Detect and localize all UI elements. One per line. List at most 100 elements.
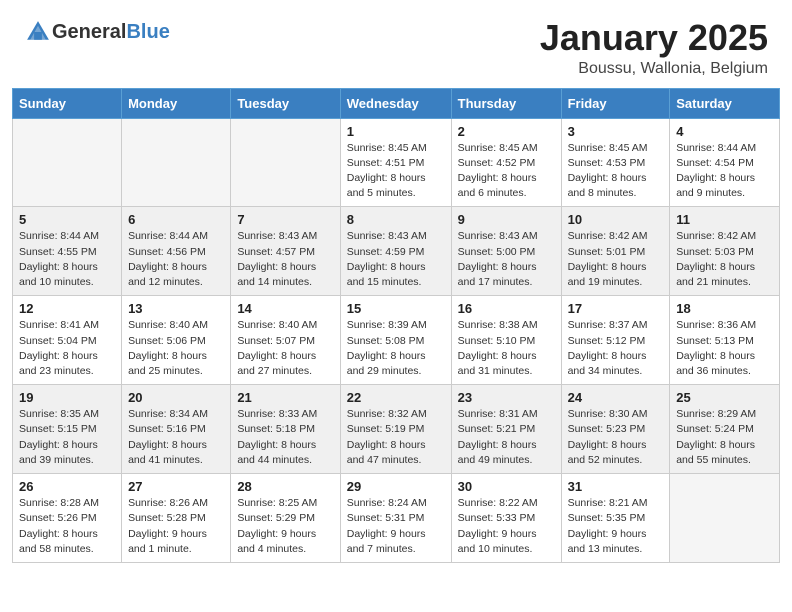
logo-general: General [52,21,126,43]
day-number: 2 [458,124,555,139]
day-info: Sunrise: 8:36 AM Sunset: 5:13 PM Dayligh… [676,318,773,379]
day-cell-29: 29Sunrise: 8:24 AM Sunset: 5:31 PM Dayli… [340,474,451,563]
day-cell-21: 21 Sunrise: 8:33 AM Sunset: 5:18 PM Dayli… [231,385,340,474]
day-number: 22 [347,390,445,405]
logo: GeneralBlue [24,18,170,46]
day-number: 10 [568,212,664,227]
day-info: Sunrise: 8:44 AM Sunset: 4:55 PM Dayligh… [19,229,115,290]
day-number: 29 [347,479,445,494]
day-number: 19 [19,390,115,405]
day-info: Sunrise: 8:39 AM Sunset: 5:08 PM Dayligh… [347,318,445,379]
day-cell-24: 24 Sunrise: 8:30 AM Sunset: 5:23 PM Dayli… [561,385,670,474]
day-cell-5: 5Sunrise: 8:44 AM Sunset: 4:55 PM Daylig… [13,207,122,296]
day-cell-14: 14 Sunrise: 8:40 AM Sunset: 5:07 PM Dayli… [231,296,340,385]
day-info: Sunrise: 8:40 AM Sunset: 5:07 PM Dayligh… [237,318,333,379]
day-cell-2: 2 Sunrise: 8:45 AM Sunset: 4:52 PM Daylig… [451,118,561,207]
day-info: Sunrise: 8:35 AM Sunset: 5:15 PM Dayligh… [19,407,115,468]
day-info: Sunrise: 8:44 AM Sunset: 4:54 PM Dayligh… [676,141,773,202]
day-info: Sunrise: 8:45 AM Sunset: 4:51 PM Dayligh… [347,141,445,202]
day-info: Sunrise: 8:25 AM Sunset: 5:29 PM Dayligh… [237,496,333,557]
day-cell-3: 3 Sunrise: 8:45 AM Sunset: 4:53 PM Daylig… [561,118,670,207]
day-info: Sunrise: 8:45 AM Sunset: 4:52 PM Dayligh… [458,141,555,202]
day-number: 21 [237,390,333,405]
day-number: 25 [676,390,773,405]
title-block: January 2025 Boussu, Wallonia, Belgium [540,18,768,78]
day-cell-31: 31Sunrise: 8:21 AM Sunset: 5:35 PM Dayli… [561,474,670,563]
day-number: 13 [128,301,224,316]
day-number: 15 [347,301,445,316]
day-number: 8 [347,212,445,227]
weekday-monday: Monday [122,88,231,118]
empty-cell [13,118,122,207]
day-cell-30: 30 Sunrise: 8:22 AM Sunset: 5:33 PM Dayli… [451,474,561,563]
day-info: Sunrise: 8:42 AM Sunset: 5:03 PM Dayligh… [676,229,773,290]
calendar-table: SundayMondayTuesdayWednesdayThursdayFrid… [12,88,780,563]
empty-cell [670,474,780,563]
day-number: 3 [568,124,664,139]
day-number: 9 [458,212,555,227]
day-cell-7: 7 Sunrise: 8:43 AM Sunset: 4:57 PM Daylig… [231,207,340,296]
logo-blue: Blue [126,21,169,43]
day-number: 24 [568,390,664,405]
day-info: Sunrise: 8:31 AM Sunset: 5:21 PM Dayligh… [458,407,555,468]
day-info: Sunrise: 8:22 AM Sunset: 5:33 PM Dayligh… [458,496,555,557]
empty-cell [231,118,340,207]
week-row-2: 5Sunrise: 8:44 AM Sunset: 4:55 PM Daylig… [13,207,780,296]
day-number: 28 [237,479,333,494]
day-number: 12 [19,301,115,316]
month-title: January 2025 [540,18,768,58]
day-cell-6: 6 Sunrise: 8:44 AM Sunset: 4:56 PM Daylig… [122,207,231,296]
day-number: 31 [568,479,664,494]
day-info: Sunrise: 8:29 AM Sunset: 5:24 PM Dayligh… [676,407,773,468]
day-cell-17: 17Sunrise: 8:37 AM Sunset: 5:12 PM Dayli… [561,296,670,385]
calendar-body: 1Sunrise: 8:45 AM Sunset: 4:51 PM Daylig… [13,118,780,562]
day-cell-8: 8Sunrise: 8:43 AM Sunset: 4:59 PM Daylig… [340,207,451,296]
day-info: Sunrise: 8:32 AM Sunset: 5:19 PM Dayligh… [347,407,445,468]
day-number: 16 [458,301,555,316]
day-number: 20 [128,390,224,405]
logo-icon [24,18,52,46]
page-header: GeneralBlue January 2025 Boussu, Walloni… [0,0,792,88]
weekday-friday: Friday [561,88,670,118]
day-info: Sunrise: 8:45 AM Sunset: 4:53 PM Dayligh… [568,141,664,202]
day-cell-15: 15 Sunrise: 8:39 AM Sunset: 5:08 PM Dayli… [340,296,451,385]
day-number: 4 [676,124,773,139]
location-title: Boussu, Wallonia, Belgium [540,60,768,78]
day-number: 7 [237,212,333,227]
day-info: Sunrise: 8:38 AM Sunset: 5:10 PM Dayligh… [458,318,555,379]
day-number: 18 [676,301,773,316]
week-row-1: 1Sunrise: 8:45 AM Sunset: 4:51 PM Daylig… [13,118,780,207]
day-cell-4: 4 Sunrise: 8:44 AM Sunset: 4:54 PM Daylig… [670,118,780,207]
day-cell-23: 23 Sunrise: 8:31 AM Sunset: 5:21 PM Dayli… [451,385,561,474]
day-number: 27 [128,479,224,494]
day-cell-20: 20 Sunrise: 8:34 AM Sunset: 5:16 PM Dayli… [122,385,231,474]
day-cell-22: 22 Sunrise: 8:32 AM Sunset: 5:19 PM Dayli… [340,385,451,474]
day-number: 26 [19,479,115,494]
week-row-4: 19 Sunrise: 8:35 AM Sunset: 5:15 PM Dayli… [13,385,780,474]
day-cell-28: 28 Sunrise: 8:25 AM Sunset: 5:29 PM Dayli… [231,474,340,563]
day-info: Sunrise: 8:43 AM Sunset: 4:57 PM Dayligh… [237,229,333,290]
day-info: Sunrise: 8:28 AM Sunset: 5:26 PM Dayligh… [19,496,115,557]
day-cell-13: 13 Sunrise: 8:40 AM Sunset: 5:06 PM Dayli… [122,296,231,385]
weekday-saturday: Saturday [670,88,780,118]
day-info: Sunrise: 8:37 AM Sunset: 5:12 PM Dayligh… [568,318,664,379]
day-cell-19: 19 Sunrise: 8:35 AM Sunset: 5:15 PM Dayli… [13,385,122,474]
day-info: Sunrise: 8:26 AM Sunset: 5:28 PM Dayligh… [128,496,224,557]
day-number: 23 [458,390,555,405]
day-cell-18: 18 Sunrise: 8:36 AM Sunset: 5:13 PM Dayli… [670,296,780,385]
day-info: Sunrise: 8:44 AM Sunset: 4:56 PM Dayligh… [128,229,224,290]
day-info: Sunrise: 8:34 AM Sunset: 5:16 PM Dayligh… [128,407,224,468]
day-info: Sunrise: 8:40 AM Sunset: 5:06 PM Dayligh… [128,318,224,379]
week-row-3: 12Sunrise: 8:41 AM Sunset: 5:04 PM Dayli… [13,296,780,385]
weekday-tuesday: Tuesday [231,88,340,118]
day-number: 14 [237,301,333,316]
day-info: Sunrise: 8:30 AM Sunset: 5:23 PM Dayligh… [568,407,664,468]
day-number: 6 [128,212,224,227]
weekday-thursday: Thursday [451,88,561,118]
day-cell-16: 16 Sunrise: 8:38 AM Sunset: 5:10 PM Dayli… [451,296,561,385]
day-number: 30 [458,479,555,494]
weekday-wednesday: Wednesday [340,88,451,118]
day-info: Sunrise: 8:33 AM Sunset: 5:18 PM Dayligh… [237,407,333,468]
day-cell-26: 26 Sunrise: 8:28 AM Sunset: 5:26 PM Dayli… [13,474,122,563]
weekday-sunday: Sunday [13,88,122,118]
